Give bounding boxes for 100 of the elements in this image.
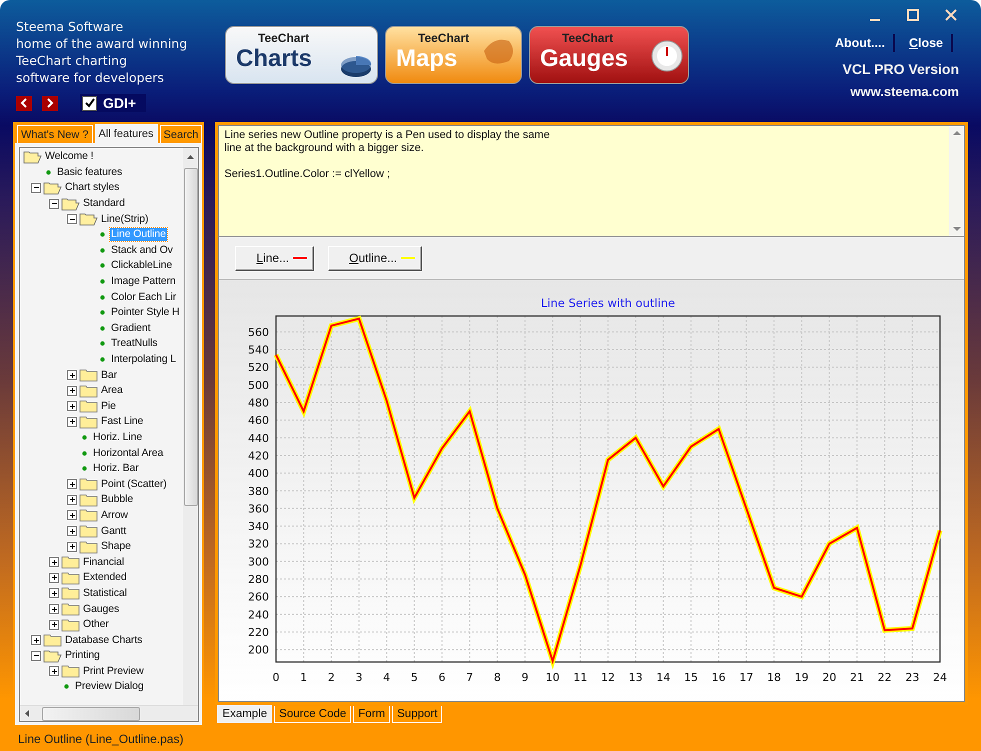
tree-item[interactable]: Fast Line [100, 415, 144, 428]
folder-icon [61, 602, 80, 616]
tree-item[interactable]: Print Preview [82, 664, 145, 678]
tree-item[interactable]: Shape [100, 540, 132, 554]
tree-item[interactable]: Horizontal Area [92, 446, 164, 460]
product-logo-button[interactable]: TeeChart Charts [225, 26, 378, 84]
expand-toggle[interactable] [67, 386, 77, 396]
folder-icon [79, 399, 98, 414]
folder-icon [79, 368, 98, 382]
tagline-text: software for developers [16, 69, 165, 86]
page-tab[interactable]: Source Code [274, 706, 352, 723]
expand-toggle[interactable] [49, 572, 59, 583]
tree-item[interactable]: Pie [100, 400, 117, 413]
expand-toggle[interactable] [67, 416, 77, 427]
bullet-icon [100, 341, 105, 346]
product-logo-button[interactable]: TeeChart Maps [385, 26, 522, 84]
tree-item[interactable]: Financial [82, 556, 126, 569]
expand-toggle[interactable] [31, 635, 41, 646]
tree-item[interactable]: Horiz. Line [92, 430, 144, 444]
tree-item[interactable]: Area [100, 384, 124, 398]
tree-item[interactable]: Gradient [110, 322, 152, 335]
tree-item[interactable]: Other [82, 618, 110, 632]
plus-icon [68, 543, 76, 550]
page-tab[interactable]: Support [392, 706, 442, 723]
sidebar-tab[interactable]: Search [160, 125, 202, 143]
tree-item[interactable]: Stack and Ov [110, 244, 174, 257]
tree-item[interactable]: Color Each Lir [110, 290, 178, 304]
tree-item[interactable]: Image Pattern [110, 275, 177, 288]
pen-button[interactable]: Line... [235, 246, 314, 270]
x-axis-label: 3 [356, 671, 363, 684]
gdi-plus-checkbox[interactable]: GDI+ [80, 94, 146, 112]
horizontal-scrollbar[interactable] [20, 705, 198, 721]
expand-toggle[interactable] [67, 370, 77, 380]
tree-item[interactable]: Gauges [82, 602, 120, 616]
collapse-toggle[interactable] [49, 198, 59, 209]
bullet-icon [100, 232, 105, 238]
tree-item[interactable]: ClickableLine [110, 259, 174, 272]
tree-item[interactable]: Preview Dialog [74, 680, 145, 694]
tree-item[interactable]: Gantt [100, 524, 128, 538]
sidebar-tab[interactable]: All features [94, 124, 158, 143]
x-axis-label: 15 [684, 671, 698, 684]
website-link[interactable]: www.steema.com [850, 84, 959, 99]
x-axis-label: 4 [384, 671, 391, 684]
expand-toggle[interactable] [49, 557, 59, 568]
tree-item[interactable]: Database Charts [64, 634, 144, 647]
tree-item[interactable]: Interpolating L [110, 353, 178, 366]
product-name: Gauges [540, 45, 628, 73]
plus-icon [50, 621, 58, 628]
expand-toggle[interactable] [67, 510, 77, 520]
brand-name: TeeChart [562, 31, 614, 45]
expand-toggle[interactable] [49, 666, 59, 676]
expand-toggle[interactable] [67, 401, 77, 412]
y-axis-label: 480 [248, 396, 270, 410]
expand-toggle[interactable] [67, 542, 77, 552]
expand-toggle[interactable] [67, 494, 77, 505]
y-axis-label: 540 [248, 344, 270, 357]
tree-item[interactable]: Printing [64, 649, 101, 662]
product-logo-button[interactable]: TeeChart Gauges [529, 26, 689, 84]
back-button[interactable] [16, 96, 32, 110]
plus-icon [32, 636, 40, 644]
close-text-button[interactable]: Close [894, 34, 953, 52]
check-icon [84, 98, 94, 108]
page-tab[interactable]: Example [217, 705, 272, 723]
collapse-toggle[interactable] [31, 182, 41, 193]
tree-item[interactable]: Basic features [56, 166, 124, 179]
y-axis-label: 260 [248, 590, 270, 604]
tree-item[interactable]: Pointer Style H [110, 306, 181, 320]
collapse-toggle[interactable] [67, 214, 77, 224]
page-tab[interactable]: Form [353, 706, 390, 723]
tree-item[interactable]: TreatNulls [110, 337, 158, 350]
expand-toggle[interactable] [49, 620, 59, 630]
x-axis-label: 6 [438, 671, 446, 684]
tree-item[interactable]: Extended [82, 571, 128, 584]
tree-item[interactable]: Point (Scatter) [100, 478, 168, 491]
scroll-down-icon [952, 226, 961, 232]
expand-toggle[interactable] [67, 479, 77, 490]
tree-item[interactable]: Welcome ! [44, 150, 95, 164]
tree-item[interactable]: Bubble [100, 493, 134, 506]
expand-toggle[interactable] [49, 588, 59, 598]
sidebar-tab[interactable]: What's New ? [17, 125, 93, 143]
tree-item[interactable]: Statistical [82, 586, 128, 600]
tree-item[interactable]: Arrow [100, 508, 129, 522]
forward-button[interactable] [42, 96, 58, 110]
plus-icon [68, 402, 76, 410]
brand-name: TeeChart [418, 31, 470, 45]
vertical-scrollbar[interactable] [949, 126, 964, 236]
tree-item[interactable]: Chart styles [64, 181, 120, 194]
vertical-scrollbar[interactable] [183, 148, 198, 705]
collapse-toggle[interactable] [31, 650, 41, 661]
about-button[interactable]: About.... [820, 34, 895, 52]
tree-item[interactable]: Bar [100, 368, 118, 382]
tree-item[interactable]: Standard [82, 197, 126, 210]
x-axis-label: 9 [522, 671, 529, 684]
tree-item[interactable]: Horiz. Bar [92, 462, 140, 476]
y-axis-label: 340 [248, 520, 270, 534]
expand-toggle[interactable] [49, 604, 59, 614]
tree-item[interactable]: Line(Strip) [100, 212, 150, 226]
folder-icon [79, 508, 98, 522]
pen-button[interactable]: Outline... [328, 246, 422, 270]
expand-toggle[interactable] [67, 526, 77, 536]
